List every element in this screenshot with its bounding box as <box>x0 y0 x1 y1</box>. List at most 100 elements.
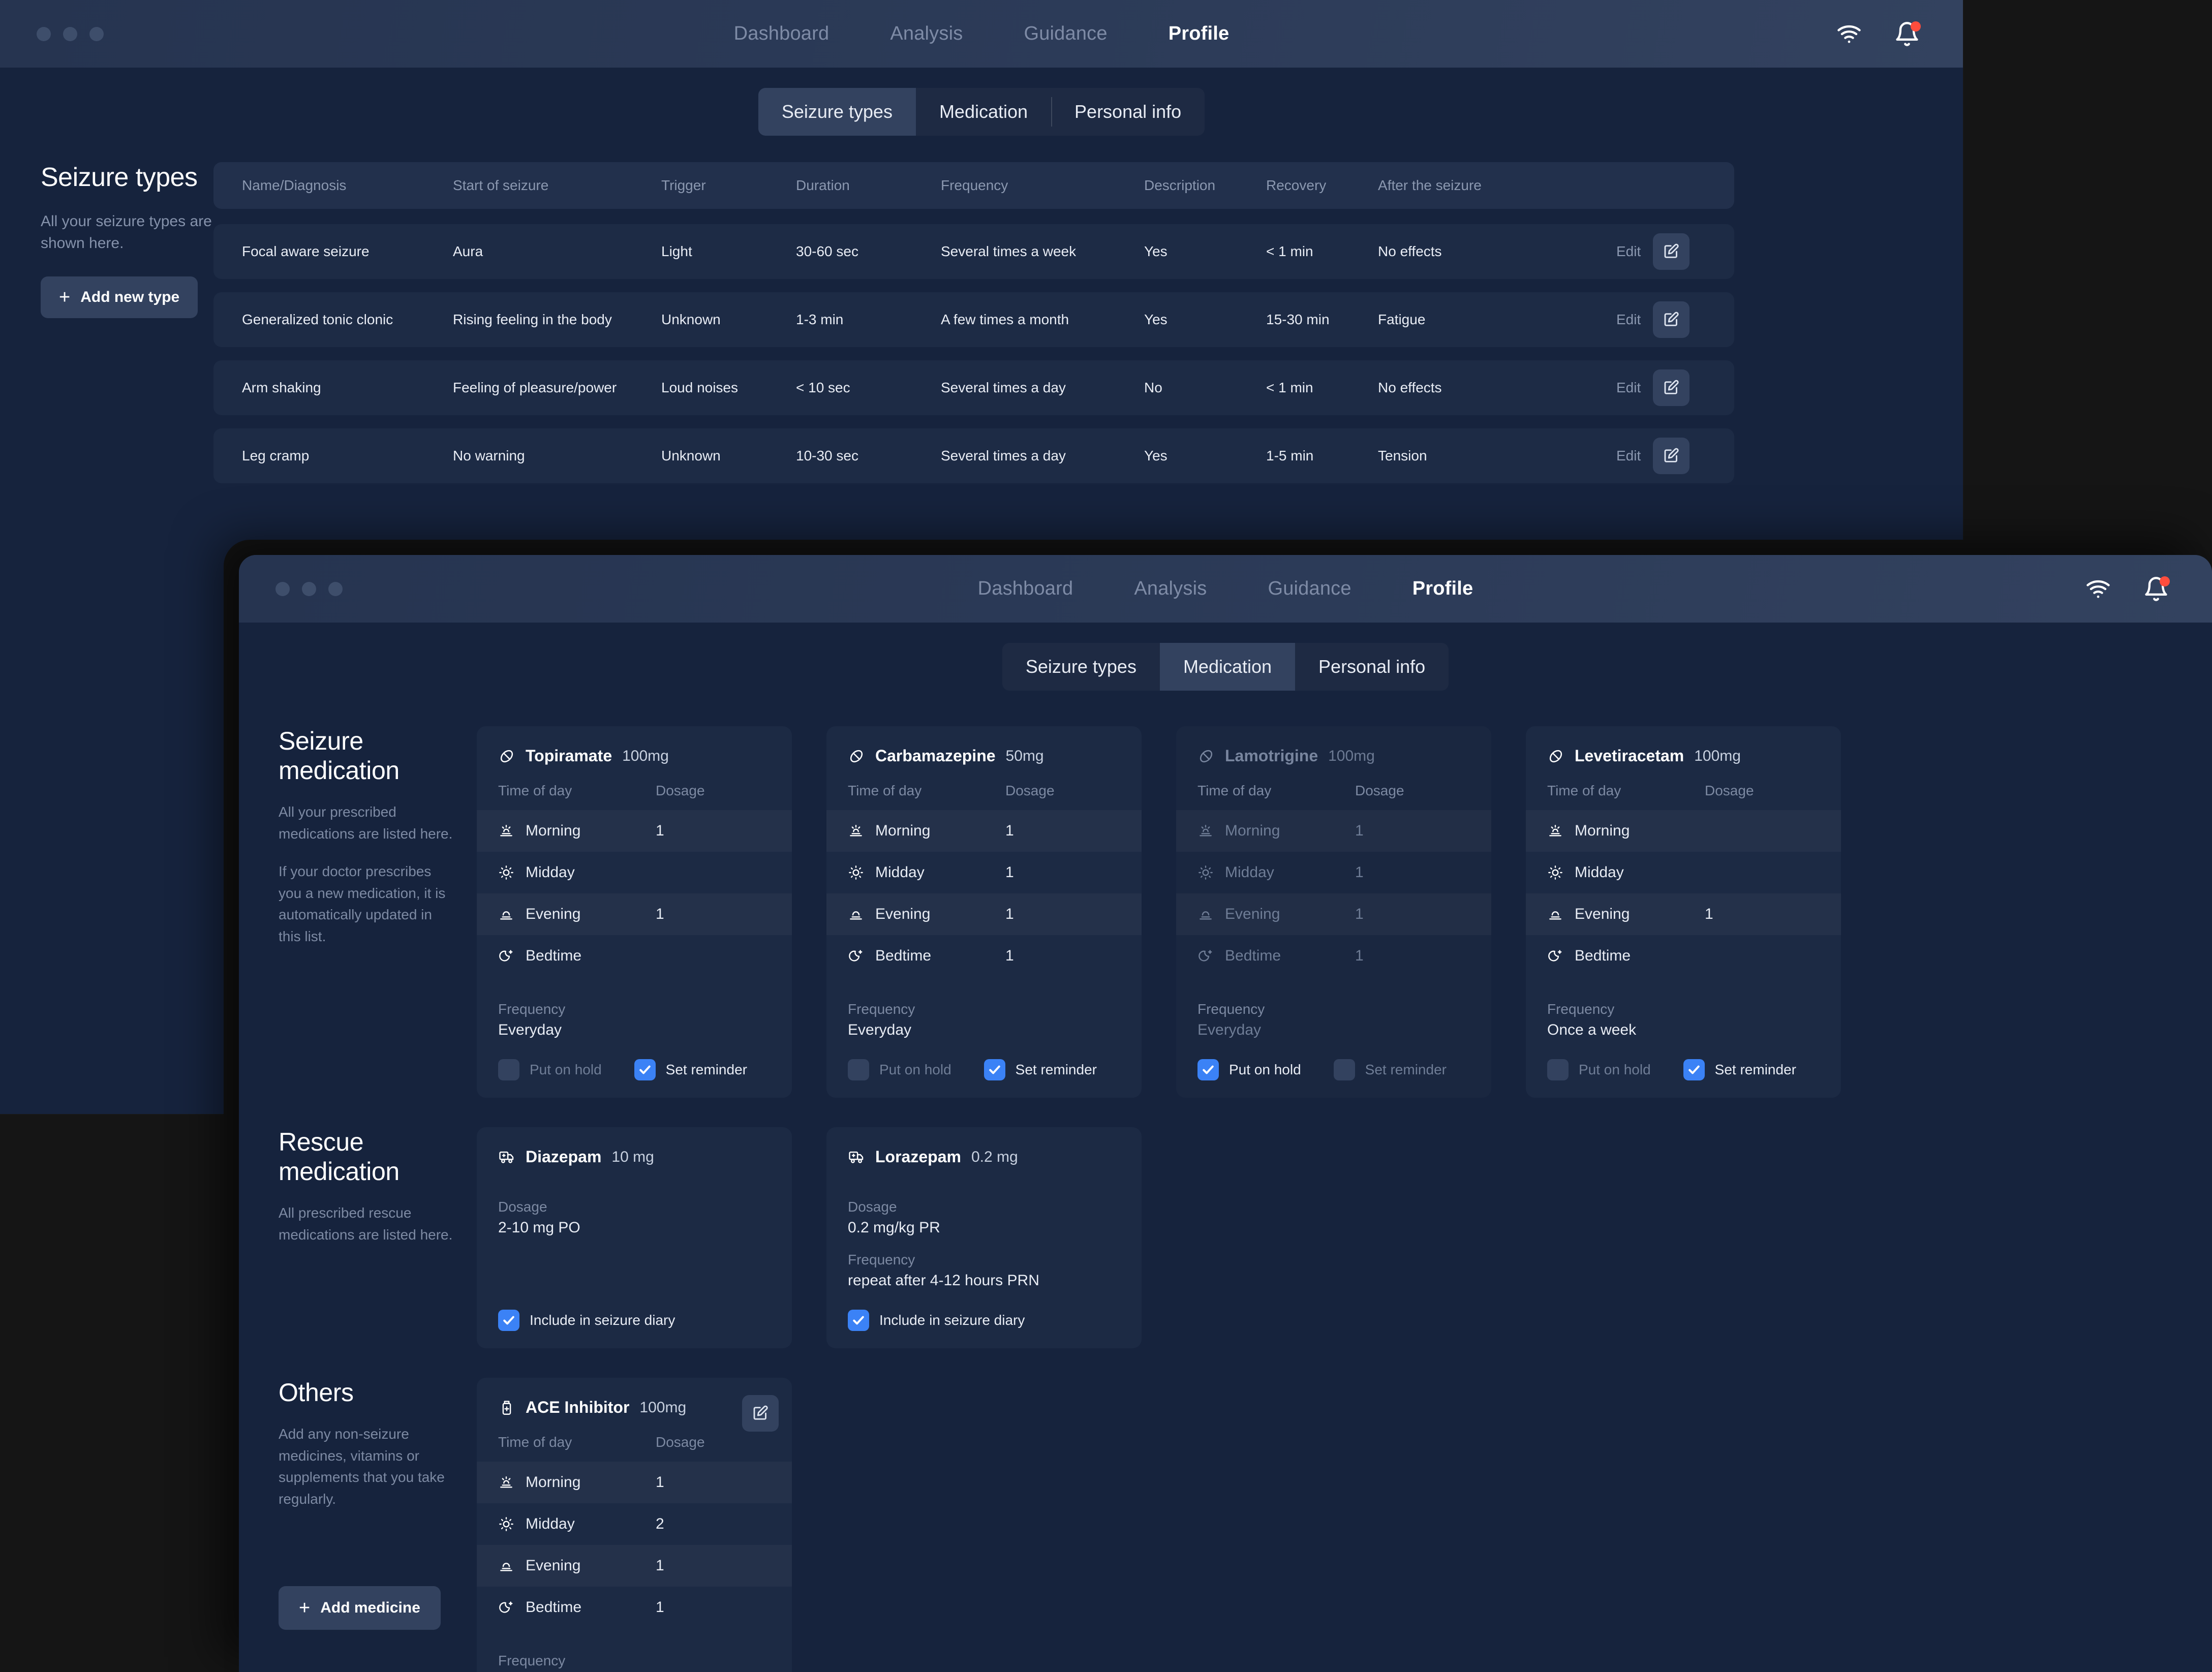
time-of-day-label: Morning <box>526 1474 581 1491</box>
checkbox-box[interactable] <box>1333 1059 1355 1080</box>
include-in-diary-checkbox[interactable]: Include in seizure diary <box>498 1310 675 1331</box>
set-reminder-checkbox[interactable]: Set reminder <box>984 1059 1097 1080</box>
plus-icon: + <box>299 1597 311 1619</box>
schedule-row[interactable]: Morning 1 <box>826 810 1142 852</box>
table-row[interactable]: Generalized tonic clonic Rising feeling i… <box>213 292 1734 347</box>
nav-dashboard[interactable]: Dashboard <box>947 578 1104 600</box>
time-of-day-label: Evening <box>526 1557 581 1574</box>
nav-analysis[interactable]: Analysis <box>859 23 993 45</box>
schedule-row[interactable]: Midday <box>1526 852 1841 893</box>
schedule-row[interactable]: Midday <box>477 852 792 893</box>
row-edit-group[interactable]: Edit <box>1616 428 1690 483</box>
edit-pencil-icon[interactable] <box>1653 438 1690 474</box>
edit-pencil-icon[interactable] <box>1653 233 1690 270</box>
tab-personal-info[interactable]: Personal info <box>1051 88 1205 136</box>
wifi-icon[interactable] <box>2085 576 2111 602</box>
nav-guidance[interactable]: Guidance <box>993 23 1138 45</box>
frequency-block: Frequency Once a week <box>1526 977 1841 1039</box>
nav-guidance[interactable]: Guidance <box>1237 578 1381 600</box>
medication-card[interactable]: Carbamazepine 50mg Time of day Dosage Mo… <box>826 726 1142 1098</box>
add-medicine-button[interactable]: + Add medicine <box>279 1586 441 1630</box>
dosage-value: 1 <box>1355 864 1364 881</box>
schedule-row[interactable]: Morning 1 <box>1176 810 1491 852</box>
put-on-hold-checkbox[interactable]: Put on hold <box>1547 1059 1651 1080</box>
other-medicine-card[interactable]: ACE Inhibitor 100mg Time of day Dosage M… <box>477 1378 792 1672</box>
checkbox-box[interactable] <box>848 1310 869 1331</box>
table-row[interactable]: Arm shaking Feeling of pleasure/power Loud… <box>213 360 1734 415</box>
add-new-type-button[interactable]: + Add new type <box>41 276 198 319</box>
put-on-hold-checkbox[interactable]: Put on hold <box>1197 1059 1301 1080</box>
nav-analysis[interactable]: Analysis <box>1103 578 1237 600</box>
row-edit-group[interactable]: Edit <box>1616 360 1690 415</box>
put-on-hold-checkbox[interactable]: Put on hold <box>498 1059 602 1080</box>
schedule-row[interactable]: Bedtime <box>477 935 792 977</box>
nav-profile[interactable]: Profile <box>1138 23 1260 45</box>
checkbox-box[interactable] <box>848 1059 869 1080</box>
checkbox-box[interactable] <box>1197 1059 1219 1080</box>
schedule-row[interactable]: Morning <box>1526 810 1841 852</box>
checkbox-box[interactable] <box>498 1310 519 1331</box>
front-window-titlebar[interactable]: Dashboard Analysis Guidance Profile <box>239 555 2212 623</box>
time-of-day-label: Bedtime <box>526 947 582 964</box>
schedule-row[interactable]: Bedtime <box>1526 935 1841 977</box>
schedule-row[interactable]: Morning 1 <box>477 1462 792 1503</box>
set-reminder-checkbox[interactable]: Set reminder <box>634 1059 747 1080</box>
dosage-value: 0.2 mg/kg PR <box>848 1219 940 1236</box>
put-on-hold-label: Put on hold <box>879 1062 951 1077</box>
checkbox-box[interactable] <box>634 1059 656 1080</box>
front-top-navigation[interactable]: Dashboard Analysis Guidance Profile <box>239 555 2212 623</box>
schedule-row[interactable]: Evening 1 <box>826 893 1142 935</box>
tab-seizure-types[interactable]: Seizure types <box>1002 643 1160 691</box>
medication-dose: 50mg <box>1005 747 1044 764</box>
notification-bell-icon[interactable] <box>2143 576 2170 602</box>
screenshot-stage: Dashboard Analysis Guidance Profile Seiz… <box>0 0 2212 1672</box>
wifi-icon[interactable] <box>1836 21 1862 47</box>
schedule-row[interactable]: Evening 1 <box>1526 893 1841 935</box>
schedule-row[interactable]: Midday 1 <box>1176 852 1491 893</box>
put-on-hold-checkbox[interactable]: Put on hold <box>848 1059 951 1080</box>
schedule-row[interactable]: Evening 1 <box>477 893 792 935</box>
back-window-titlebar[interactable]: Dashboard Analysis Guidance Profile <box>0 0 1963 68</box>
schedule-row[interactable]: Evening 1 <box>1176 893 1491 935</box>
rescue-medication-card[interactable]: Lorazepam 0.2 mg Dosage 0.2 mg/kg PR Fre… <box>826 1127 1142 1348</box>
front-tabbar[interactable]: Seizure types Medication Personal info <box>239 623 2212 691</box>
checkbox-box[interactable] <box>1683 1059 1705 1080</box>
schedule-row[interactable]: Morning 1 <box>477 810 792 852</box>
checkbox-box[interactable] <box>498 1059 519 1080</box>
row-edit-group[interactable]: Edit <box>1616 292 1690 347</box>
include-in-diary-checkbox[interactable]: Include in seizure diary <box>848 1310 1025 1331</box>
tab-seizure-types[interactable]: Seizure types <box>758 88 916 136</box>
set-reminder-checkbox[interactable]: Set reminder <box>1683 1059 1796 1080</box>
schedule-row[interactable]: Bedtime 1 <box>826 935 1142 977</box>
notification-bell-icon[interactable] <box>1894 21 1921 47</box>
back-top-navigation[interactable]: Dashboard Analysis Guidance Profile <box>0 0 1963 68</box>
row-edit-group[interactable]: Edit <box>1616 224 1690 279</box>
tab-medication[interactable]: Medication <box>1159 643 1296 691</box>
tab-medication[interactable]: Medication <box>916 88 1051 136</box>
put-on-hold-label: Put on hold <box>1229 1062 1301 1077</box>
back-tabbar[interactable]: Seizure types Medication Personal info <box>0 68 1963 136</box>
table-row[interactable]: Focal aware seizure Aura Light 30-60 sec Sev… <box>213 224 1734 279</box>
edit-pencil-icon[interactable] <box>742 1395 779 1432</box>
schedule-row[interactable]: Evening 1 <box>477 1545 792 1587</box>
tab-personal-info[interactable]: Personal info <box>1295 643 1449 691</box>
card-header: Carbamazepine 50mg <box>826 747 1142 783</box>
schedule-row[interactable]: Bedtime 1 <box>477 1587 792 1628</box>
rescue-medication-card[interactable]: Diazepam 10 mg Dosage 2-10 mg PO Include… <box>477 1127 792 1348</box>
set-reminder-checkbox[interactable]: Set reminder <box>1333 1059 1447 1080</box>
checkbox-box[interactable] <box>984 1059 1005 1080</box>
medication-card[interactable]: Topiramate 100mg Time of day Dosage Morn… <box>477 726 792 1098</box>
medication-card[interactable]: Levetiracetam 100mg Time of day Dosage M… <box>1526 726 1841 1098</box>
schedule-row[interactable]: Midday 1 <box>826 852 1142 893</box>
schedule-row[interactable]: Bedtime 1 <box>1176 935 1491 977</box>
schedule-row[interactable]: Midday 2 <box>477 1503 792 1545</box>
table-row[interactable]: Leg cramp No warning Unknown 10-30 sec Sever… <box>213 428 1734 483</box>
nav-dashboard[interactable]: Dashboard <box>703 23 860 45</box>
frequency-block: Frequency Everyday <box>477 977 792 1039</box>
checkbox-box[interactable] <box>1547 1059 1569 1080</box>
nav-profile[interactable]: Profile <box>1382 578 1504 600</box>
rescue-medication-cards: Diazepam 10 mg Dosage 2-10 mg PO Include… <box>477 1127 1142 1348</box>
edit-pencil-icon[interactable] <box>1653 301 1690 338</box>
edit-pencil-icon[interactable] <box>1653 369 1690 406</box>
medication-card[interactable]: Lamotrigine 100mg Time of day Dosage Mor… <box>1176 726 1491 1098</box>
